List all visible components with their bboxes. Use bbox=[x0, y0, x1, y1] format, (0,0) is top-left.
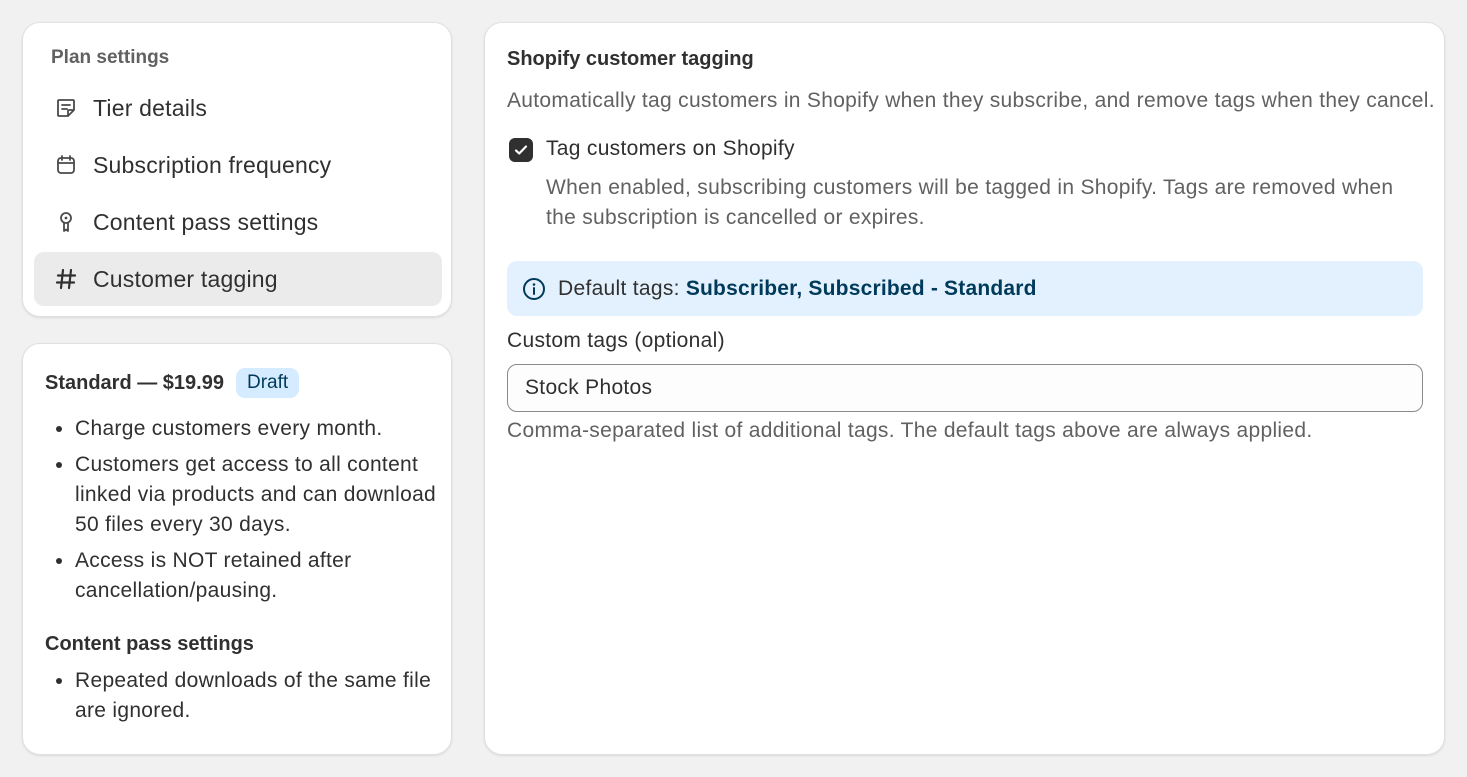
plan-settings-heading: Plan settings bbox=[51, 47, 170, 68]
custom-tags-input[interactable] bbox=[507, 364, 1423, 412]
info-icon bbox=[522, 277, 546, 301]
nav-item-label: Subscription frequency bbox=[93, 151, 332, 178]
section-description: Automatically tag customers in Shopify w… bbox=[507, 89, 1435, 112]
hashtag-icon bbox=[55, 268, 77, 290]
tag-customers-checkbox[interactable] bbox=[509, 138, 533, 162]
nav-item-customer-tagging[interactable]: Customer tagging bbox=[34, 252, 442, 306]
plan-summary-card: Standard — $19.99 Draft Charge customers… bbox=[22, 343, 452, 755]
content-pass-heading: Content pass settings bbox=[45, 633, 254, 655]
nav-item-content-pass-settings[interactable]: Content pass settings bbox=[34, 195, 442, 249]
section-title: Shopify customer tagging bbox=[507, 48, 754, 70]
checkbox-label[interactable]: Tag customers on Shopify bbox=[546, 137, 795, 161]
customer-tagging-card: Shopify customer tagging Automatically t… bbox=[484, 22, 1445, 755]
list-item: Charge customers every month. bbox=[75, 414, 445, 444]
nav-item-label: Content pass settings bbox=[93, 208, 319, 235]
nav-item-subscription-frequency[interactable]: Subscription frequency bbox=[34, 138, 442, 192]
plan-summary-list: Charge customers every month. Customers … bbox=[75, 414, 445, 612]
list-item: Customers get access to all content link… bbox=[75, 450, 445, 540]
key-icon bbox=[55, 211, 77, 233]
list-item: Repeated downloads of the same file are … bbox=[75, 666, 445, 726]
default-tags-value: Subscriber, Subscribed - Standard bbox=[685, 276, 1037, 300]
note-icon bbox=[55, 97, 77, 119]
plan-title: Standard — $19.99 bbox=[45, 371, 224, 394]
custom-tags-label: Custom tags (optional) bbox=[507, 329, 725, 352]
checkbox-help-text: When enabled, subscribing customers will… bbox=[546, 176, 1394, 229]
checkmark-icon bbox=[514, 145, 528, 155]
plan-summary-header: Standard — $19.99 Draft bbox=[45, 368, 300, 398]
default-tags-label: Default tags: bbox=[558, 276, 680, 300]
status-badge: Draft bbox=[235, 368, 300, 398]
nav-item-label: Customer tagging bbox=[93, 265, 278, 292]
calendar-icon bbox=[55, 154, 77, 176]
nav-item-tier-details[interactable]: Tier details bbox=[34, 81, 442, 135]
list-item: Access is NOT retained after cancellatio… bbox=[75, 546, 445, 606]
plan-settings-card: Plan settings Tier details Subscription … bbox=[22, 22, 452, 317]
custom-tags-help-text: Comma-separated list of additional tags.… bbox=[507, 419, 1313, 442]
default-tags-banner: Default tags: Subscriber, Subscribed - S… bbox=[507, 261, 1423, 316]
nav-item-label: Tier details bbox=[93, 94, 208, 121]
content-pass-list: Repeated downloads of the same file are … bbox=[75, 666, 445, 732]
